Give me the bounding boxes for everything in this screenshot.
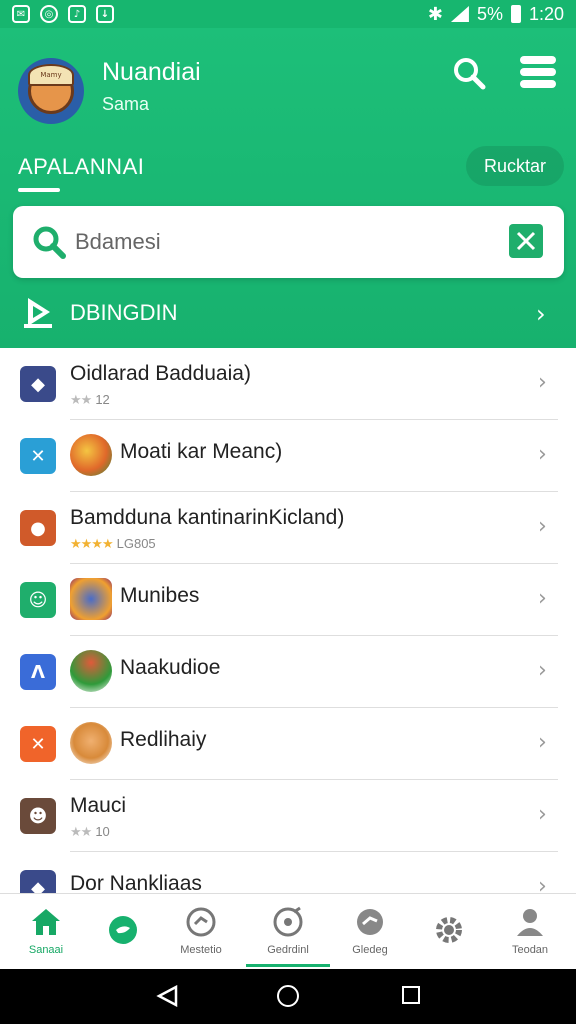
list-item[interactable]: ◆ Oidlarad Badduaia) ★★ 12 › <box>0 348 576 420</box>
chevron-right-icon: › <box>538 514 547 539</box>
category-label: DBINGDIN <box>70 300 178 325</box>
message-icon <box>186 907 216 937</box>
avatar[interactable]: Mamy <box>18 58 84 124</box>
section-title[interactable]: APALANNAI <box>18 154 144 180</box>
app-title: Oidlarad Badduaia) <box>70 362 251 385</box>
chevron-right-icon: › <box>538 658 547 683</box>
back-icon[interactable] <box>156 985 178 1007</box>
search-field-icon <box>33 226 66 259</box>
play-store-icon <box>24 298 52 328</box>
chevron-right-icon: › <box>538 874 547 893</box>
app-rating: ★★ 12 <box>70 392 110 407</box>
game-controller-icon <box>273 906 303 937</box>
recent-apps-icon[interactable] <box>402 986 420 1004</box>
chevron-right-icon: › <box>538 370 547 395</box>
app-thumbnail <box>70 434 112 476</box>
app-title: Redlihaiy <box>120 728 207 751</box>
app-rating: ★★ 10 <box>70 824 110 839</box>
nav-home[interactable]: Sanaai <box>5 894 87 970</box>
chevron-right-icon: › <box>536 300 546 328</box>
nav-label: Mestetio <box>180 944 222 956</box>
active-tab-indicator <box>246 964 330 967</box>
chat-bubble-icon <box>109 916 137 944</box>
user-name: Nuandiai <box>102 58 201 86</box>
app-thumbnail <box>70 722 112 764</box>
clear-search-button[interactable] <box>509 224 543 258</box>
list-item[interactable]: ✕ Moati kar Meanc) › <box>0 420 576 492</box>
list-item[interactable]: ◆ Dor Nankliaas › <box>0 852 576 893</box>
nav-games[interactable]: Gedrdinl <box>247 894 329 970</box>
app-title: Naakudioe <box>120 656 221 679</box>
filter-pill-button[interactable]: Rucktar <box>466 146 564 186</box>
home-button-icon[interactable] <box>277 985 299 1007</box>
status-bar: ✉ ◎ ♪ ↓ ✱ 5% 1:20 <box>0 0 576 28</box>
gear-icon <box>436 917 462 943</box>
list-item[interactable]: ✕ Redlihaiy › <box>0 708 576 780</box>
system-status: ✱ 5% 1:20 <box>428 4 564 25</box>
nav-label: Teodan <box>511 944 549 956</box>
chevron-right-icon: › <box>538 730 547 755</box>
system-navigation-bar <box>0 969 576 1024</box>
nav-label: Gledeg <box>352 944 388 956</box>
person-icon <box>517 909 543 936</box>
app-list: ◆ Oidlarad Badduaia) ★★ 12 › ✕ Moati kar … <box>0 348 576 893</box>
mail-notification-icon: ✉ <box>12 5 30 23</box>
download-notification-icon: ↓ <box>96 5 114 23</box>
nav-label: Sanaai <box>28 944 64 956</box>
nav-label: Gedrdinl <box>267 944 309 956</box>
app-icon: ☻ <box>20 798 56 834</box>
app-rating: ★★★★ LG805 <box>70 536 156 551</box>
battery-icon <box>510 5 521 23</box>
nav-messages[interactable]: Mestetio <box>160 894 242 970</box>
user-subtitle: Sama <box>102 94 150 114</box>
nav-guide[interactable]: Gledeg <box>329 894 411 970</box>
app-notification-icon: ◎ <box>40 5 58 23</box>
list-item[interactable]: Λ Naakudioe › <box>0 636 576 708</box>
app-icon: ☺ <box>20 582 56 618</box>
clock: 1:20 <box>528 3 564 24</box>
search-bar[interactable] <box>13 206 564 278</box>
app-thumbnail <box>70 578 112 620</box>
app-icon: ◆ <box>20 366 56 402</box>
app-title: Moati kar Meanc) <box>120 440 283 463</box>
nav-chat[interactable] <box>82 894 164 970</box>
game-notification-icon: ♪ <box>68 5 86 23</box>
bottom-navigation: Sanaai Mestetio Gedrdinl Gledeg Teodan <box>0 893 576 969</box>
avatar-hat-badge: Mamy <box>28 64 74 86</box>
nav-settings[interactable] <box>408 894 490 970</box>
app-icon: ● <box>20 510 56 546</box>
search-input[interactable] <box>75 224 495 260</box>
nav-profile[interactable]: Teodan <box>489 894 571 970</box>
list-item[interactable]: ☺ Munibes › <box>0 564 576 636</box>
app-icon: Λ <box>20 654 56 690</box>
menu-icon[interactable] <box>520 56 556 88</box>
app-icon: ✕ <box>20 726 56 762</box>
section-tab-indicator <box>18 188 60 192</box>
close-icon <box>516 231 536 251</box>
category-row[interactable]: DBINGDIN › <box>0 290 576 342</box>
battery-percent: 5% <box>476 3 503 24</box>
home-icon <box>32 909 60 935</box>
chevron-right-icon: › <box>538 442 547 467</box>
header: Mamy Nuandiai Sama APALANNAI Rucktar DBI <box>0 28 576 348</box>
list-item[interactable]: ● Bamdduna kantinarinKicland) ★★★★ LG805 … <box>0 492 576 564</box>
list-item[interactable]: ☻ Mauci ★★ 10 › <box>0 780 576 852</box>
app-title: Mauci <box>70 794 127 817</box>
chevron-right-icon: › <box>538 586 547 611</box>
notification-icons: ✉ ◎ ♪ ↓ <box>12 5 114 23</box>
compass-icon <box>357 909 383 935</box>
app-icon: ✕ <box>20 438 56 474</box>
bluetooth-icon: ✱ <box>427 3 443 24</box>
app-title: Dor Nankliaas <box>70 872 202 893</box>
app-icon: ◆ <box>20 870 56 893</box>
chevron-right-icon: › <box>538 802 547 827</box>
app-title: Munibes <box>120 584 200 607</box>
signal-icon <box>450 6 469 22</box>
app-thumbnail <box>70 650 112 692</box>
app-title: Bamdduna kantinarinKicland) <box>70 506 345 529</box>
search-icon[interactable] <box>452 56 486 90</box>
